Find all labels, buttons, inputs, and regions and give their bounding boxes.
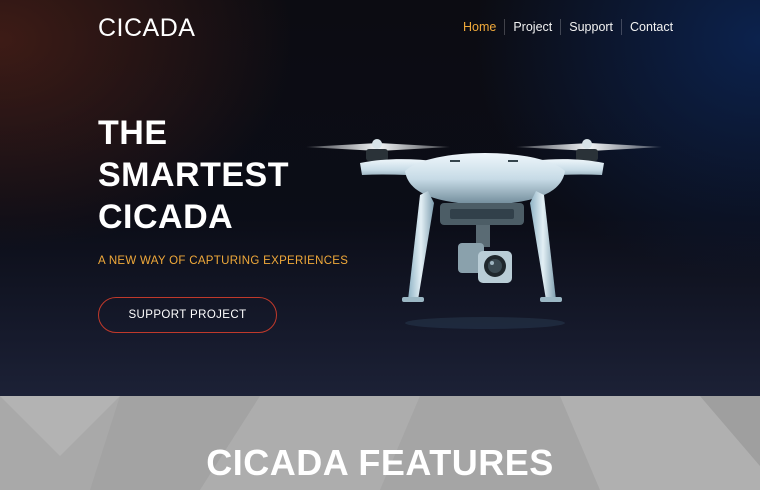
hero-section: CICADA Home Project Support Contact THE …	[0, 0, 760, 396]
nav-item-contact[interactable]: Contact	[621, 19, 681, 35]
drone-image	[306, 139, 662, 329]
features-title: CICADA FEATURES	[206, 442, 554, 483]
main-nav: Home Project Support Contact	[455, 19, 681, 35]
nav-item-home[interactable]: Home	[455, 19, 504, 35]
support-project-button[interactable]: SUPPORT PROJECT	[98, 297, 277, 333]
site-logo[interactable]: CICADA	[98, 14, 195, 43]
nav-item-support[interactable]: Support	[560, 19, 621, 35]
nav-item-project[interactable]: Project	[504, 19, 560, 35]
